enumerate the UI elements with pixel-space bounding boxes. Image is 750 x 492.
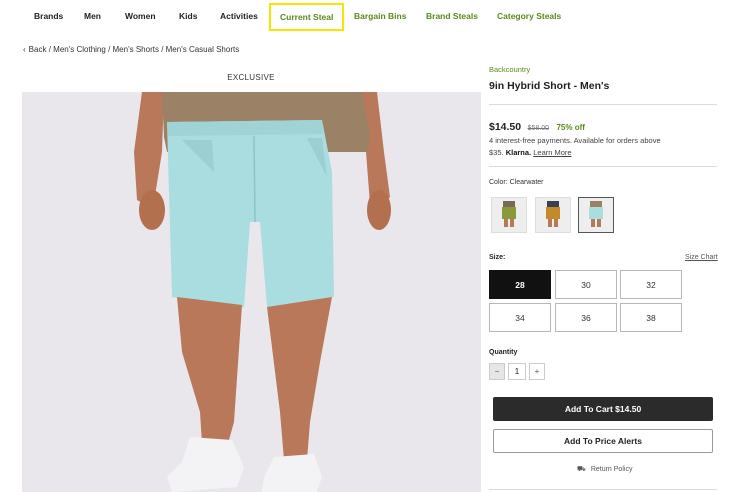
breadcrumb: ‹ Back / Men's Clothing / Men's Shorts / … [23,45,239,54]
return-policy-label: Return Policy [590,466,633,473]
truck-icon: ⛟ [577,466,586,473]
return-policy-link[interactable]: ⛟ Return Policy [577,465,632,474]
breadcrumb-mens-clothing[interactable]: Men's Clothing [53,45,106,54]
nav-bargain-bins[interactable]: Bargain Bins [354,11,406,21]
nav-men[interactable]: Men [84,11,101,21]
color-value: Clearwater [509,179,544,186]
sale-price: $14.50 [489,121,522,133]
price-row: $14.50 $58.00 75% off [489,117,585,135]
size-chart-link[interactable]: Size Chart [685,254,718,261]
color-label: Color: Clearwater [489,179,544,186]
nav-current-steal[interactable]: Current Steal [269,3,345,31]
klarna-learn-more-link[interactable]: Learn More [533,148,571,157]
quantity-increment-button[interactable]: + [529,363,545,380]
size-28-button[interactable]: 28 [489,270,551,299]
nav-activities[interactable]: Activities [220,11,258,21]
klarna-info: 4 interest-free payments. Available for … [489,135,664,158]
original-price: $58.00 [527,125,549,132]
nav-brand-steals[interactable]: Brand Steals [426,11,478,21]
swatch-olive-image [492,198,526,232]
chevron-left-icon: ‹ [23,45,26,54]
quantity-label: Quantity [489,349,518,356]
exclusive-badge: EXCLUSIVE [227,73,275,82]
breadcrumb-back[interactable]: Back [29,45,47,54]
top-nav: Brands Men Women Kids Activities Current… [0,0,750,32]
color-swatch-clearwater[interactable] [578,197,614,233]
swatch-clearwater-image [579,198,613,232]
size-36-button[interactable]: 36 [555,303,617,332]
discount-badge: 75% off [556,123,585,132]
breadcrumb-mens-casual-shorts[interactable]: Men's Casual Shorts [166,45,240,54]
product-image[interactable] [22,92,481,492]
size-label: Size: [489,254,506,261]
nav-brands[interactable]: Brands [34,11,63,21]
add-to-cart-button[interactable]: Add To Cart $14.50 [493,397,713,421]
divider [489,489,717,490]
size-34-button[interactable]: 34 [489,303,551,332]
breadcrumb-mens-shorts[interactable]: Men's Shorts [113,45,159,54]
size-38-button[interactable]: 38 [620,303,682,332]
klarna-logo: Klarna. [505,147,532,157]
divider [489,166,717,167]
color-swatch-olive[interactable] [491,197,527,233]
nav-kids[interactable]: Kids [179,11,197,21]
brand-link[interactable]: Backcountry [489,65,530,74]
size-30-button[interactable]: 30 [555,270,617,299]
nav-women[interactable]: Women [125,11,156,21]
swatch-orange-image [536,198,570,232]
quantity-input[interactable]: 1 [508,363,526,380]
color-label-text: Color: [489,179,508,186]
divider [489,104,717,105]
size-32-button[interactable]: 32 [620,270,682,299]
add-to-price-alerts-button[interactable]: Add To Price Alerts [493,429,713,453]
product-image-illustration [22,92,481,492]
quantity-decrement-button[interactable]: − [489,363,505,380]
nav-category-steals[interactable]: Category Steals [497,11,561,21]
color-swatch-orange[interactable] [535,197,571,233]
product-title: 9in Hybrid Short - Men's [489,80,610,92]
